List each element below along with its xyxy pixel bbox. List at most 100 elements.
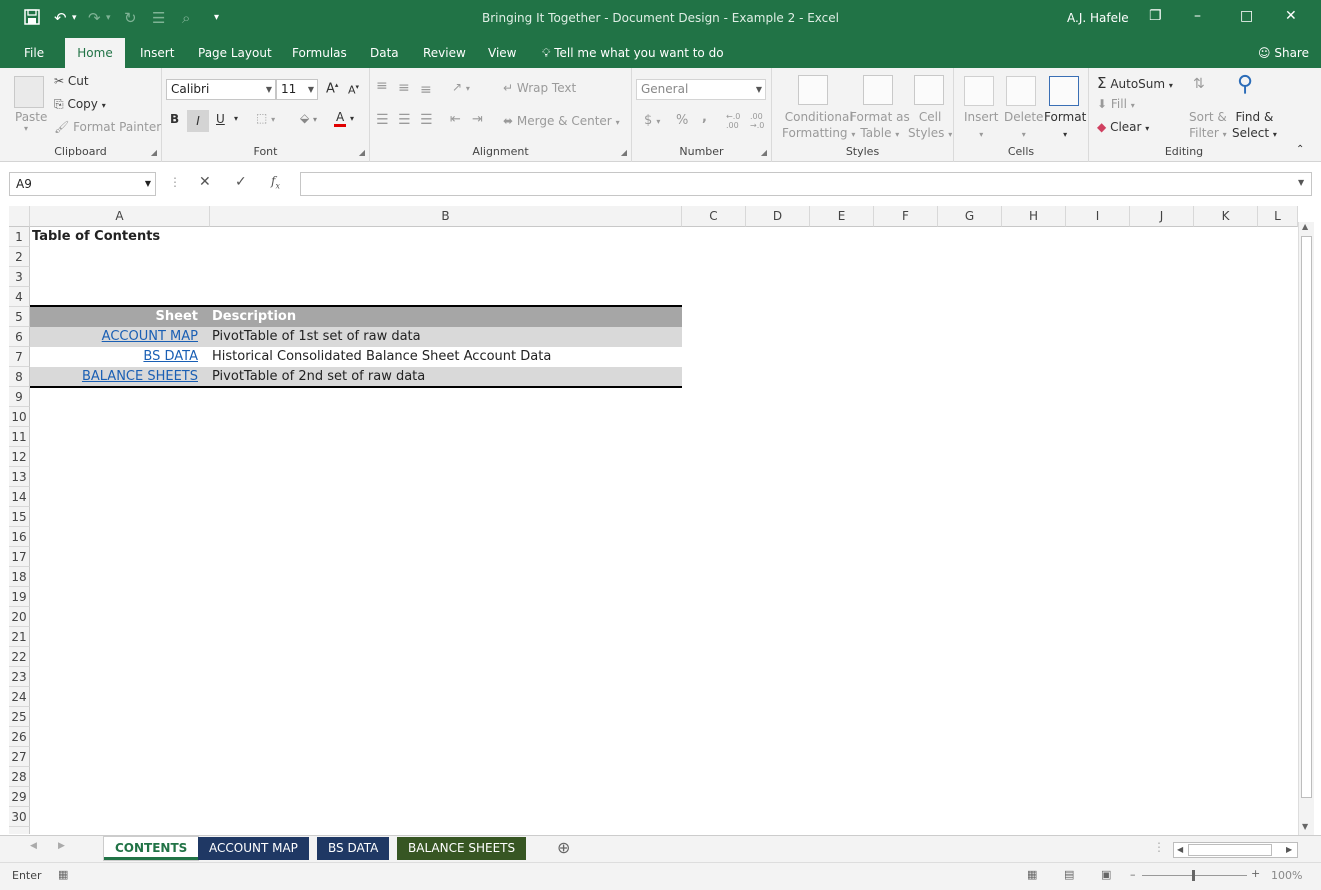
minimize-icon[interactable]: – <box>1194 8 1201 24</box>
orientation-icon[interactable]: ↗︎ ▾ <box>452 80 470 94</box>
fill-color-icon[interactable]: ⬙ ▾ <box>300 111 317 125</box>
tab-view[interactable]: View <box>476 38 528 68</box>
bold-button[interactable]: B <box>170 112 179 126</box>
middle-align-icon[interactable]: ≡ <box>398 80 410 96</box>
bottom-align-icon[interactable]: ≡ <box>420 82 432 98</box>
sheet-tab-balance-sheets[interactable]: BALANCE SHEETS <box>397 837 527 860</box>
vertical-scroll-thumb[interactable] <box>1301 236 1312 798</box>
column-header-l[interactable]: L <box>1258 206 1298 227</box>
collapse-ribbon-icon[interactable]: ⌃ <box>1296 144 1304 155</box>
name-box[interactable]: A9 ▼ <box>9 172 156 196</box>
row-header[interactable]: 24 <box>9 687 30 707</box>
macro-recording-icon[interactable]: ▦ <box>58 868 68 881</box>
number-launcher-icon[interactable]: ◢ <box>761 148 767 157</box>
tab-file[interactable]: File <box>12 38 56 68</box>
magnifier-icon[interactable]: ⚲ <box>1237 72 1253 97</box>
row-header[interactable]: 8 <box>9 367 30 387</box>
row-header[interactable]: 13 <box>9 467 30 487</box>
tell-me-search[interactable]: 💡︎ Tell me what you want to do <box>530 38 736 68</box>
scroll-tabs-left-icon[interactable]: ◀ <box>30 841 37 851</box>
zoom-out-icon[interactable]: – <box>1130 868 1136 881</box>
sort-filter-button[interactable]: Sort & Filter ▾ <box>1189 109 1227 143</box>
confirm-entry-icon[interactable]: ✓ <box>235 174 247 190</box>
align-right-icon[interactable]: ☰ <box>420 112 433 128</box>
align-center-icon[interactable]: ☰ <box>398 112 411 128</box>
clear-button[interactable]: ◆ Clear ▾ <box>1097 120 1149 134</box>
decrease-font-size-button[interactable]: A▾ <box>348 83 359 97</box>
tab-home[interactable]: Home <box>65 38 125 68</box>
row-header[interactable]: 16 <box>9 527 30 547</box>
scroll-tabs-right-icon[interactable]: ▶ <box>58 841 65 851</box>
row-header[interactable]: 27 <box>9 747 30 767</box>
clipboard-launcher-icon[interactable]: ◢ <box>151 148 157 157</box>
row-header[interactable]: 20 <box>9 607 30 627</box>
row-header[interactable]: 5 <box>9 307 30 327</box>
fill-button[interactable]: ⬇︎ Fill ▾ <box>1097 97 1135 111</box>
column-header-c[interactable]: C <box>682 206 746 227</box>
row-header[interactable]: 21 <box>9 627 30 647</box>
row-header[interactable]: 15 <box>9 507 30 527</box>
column-header-f[interactable]: F <box>874 206 938 227</box>
insert-cells-button[interactable]: Insert ▾ <box>964 109 998 143</box>
column-header-g[interactable]: G <box>938 206 1002 227</box>
increase-font-size-button[interactable]: A▴ <box>326 81 338 96</box>
share-button[interactable]: ☺ Share <box>1246 38 1321 68</box>
insert-function-icon[interactable]: fx <box>271 174 280 190</box>
copy-button[interactable]: ⎘ Copy ▾ <box>54 97 106 112</box>
description-balance-sheets[interactable]: PivotTable of 2nd set of raw data <box>212 367 425 387</box>
row-header[interactable]: 6 <box>9 327 30 347</box>
row-header[interactable]: 2 <box>9 247 30 267</box>
top-align-icon[interactable]: ≡ <box>376 78 388 94</box>
delete-cells-button[interactable]: Delete ▾ <box>1004 109 1043 143</box>
row-header[interactable]: 10 <box>9 407 30 427</box>
currency-button[interactable]: $ ▾ <box>644 113 660 128</box>
normal-view-icon[interactable]: ▦ <box>1027 868 1037 881</box>
ribbon-display-options-icon[interactable]: ❐ <box>1149 8 1162 24</box>
italic-button[interactable]: I <box>187 110 209 132</box>
format-cells-icon[interactable] <box>1049 76 1079 106</box>
format-as-table-button[interactable]: Format as Table ▾ <box>850 109 910 143</box>
find-select-button[interactable]: Find & Select ▾ <box>1232 109 1277 143</box>
paste-button[interactable]: Paste <box>15 110 47 124</box>
close-icon[interactable]: ✕ <box>1285 8 1297 24</box>
cell-styles-icon[interactable] <box>914 75 944 105</box>
decrease-decimal-icon[interactable]: .00 →.0 <box>750 112 764 130</box>
row-header[interactable]: 23 <box>9 667 30 687</box>
column-header-d[interactable]: D <box>746 206 810 227</box>
horizontal-scrollbar[interactable]: ◀ ▶ <box>1173 842 1298 858</box>
row-header[interactable]: 19 <box>9 587 30 607</box>
decrease-indent-icon[interactable]: ⇤ <box>450 112 461 127</box>
row-header-partial[interactable] <box>9 827 30 834</box>
alignment-launcher-icon[interactable]: ◢ <box>621 148 627 157</box>
cell-a1-title[interactable]: Table of Contents <box>32 227 160 247</box>
scroll-up-icon[interactable]: ▲ <box>1302 222 1308 231</box>
cell-styles-button[interactable]: Cell Styles ▾ <box>908 109 952 143</box>
row-header[interactable]: 28 <box>9 767 30 787</box>
horizontal-scroll-thumb[interactable] <box>1188 844 1272 856</box>
tab-page-layout[interactable]: Page Layout <box>186 38 284 68</box>
row-header[interactable]: 26 <box>9 727 30 747</box>
row-header[interactable]: 7 <box>9 347 30 367</box>
link-balance-sheets[interactable]: BALANCE SHEETS <box>30 367 198 387</box>
select-all-corner[interactable] <box>9 206 30 227</box>
format-painter-button[interactable]: 🖌︎ Format Painter <box>54 120 161 134</box>
column-header-j[interactable]: J <box>1130 206 1194 227</box>
row-header[interactable]: 11 <box>9 427 30 447</box>
scroll-right-icon[interactable]: ▶ <box>1286 845 1292 854</box>
percent-button[interactable]: % <box>676 113 688 128</box>
conditional-formatting-icon[interactable] <box>798 75 828 105</box>
wrap-text-button[interactable]: ↵ Wrap Text <box>503 81 576 95</box>
zoom-level[interactable]: 100% <box>1271 869 1302 882</box>
zoom-in-icon[interactable]: + <box>1251 867 1260 880</box>
scroll-left-icon[interactable]: ◀ <box>1177 845 1183 854</box>
row-header[interactable]: 22 <box>9 647 30 667</box>
expand-formula-bar-icon[interactable]: ▼ <box>1298 178 1304 187</box>
conditional-formatting-button[interactable]: Conditional Formatting ▾ <box>782 109 855 143</box>
split-handle-icon[interactable]: ⋮ <box>1153 840 1165 854</box>
tab-review[interactable]: Review <box>411 38 478 68</box>
tab-data[interactable]: Data <box>358 38 411 68</box>
delete-cells-icon[interactable] <box>1006 76 1036 106</box>
row-header[interactable]: 17 <box>9 547 30 567</box>
maximize-icon[interactable]: □ <box>1240 8 1253 24</box>
column-header-b[interactable]: B <box>210 206 682 227</box>
